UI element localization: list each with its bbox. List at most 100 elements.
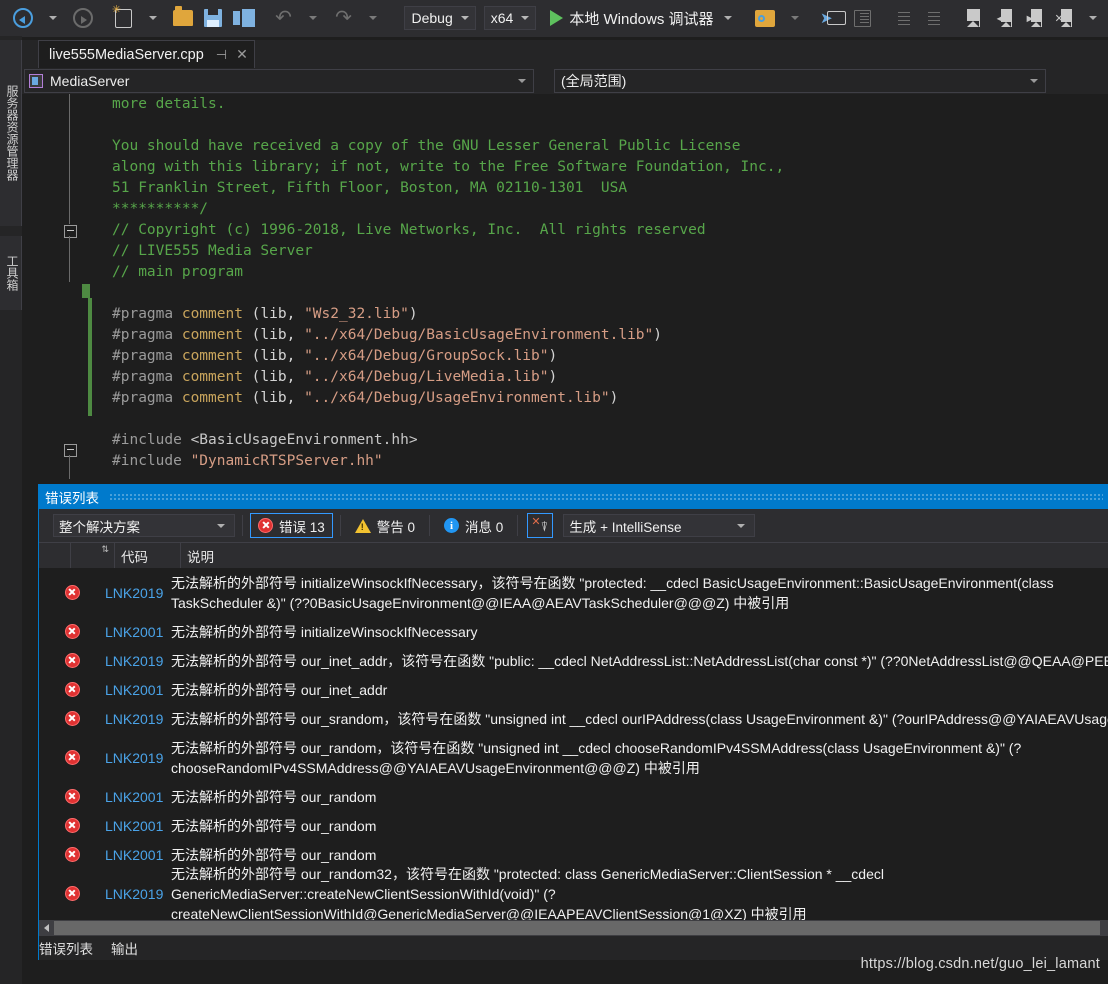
code-line: **********/ — [92, 199, 1108, 220]
clear-bookmarks-icon[interactable]: ✕ — [1048, 5, 1078, 31]
watermark-text: https://blog.csdn.net/guo_lei_lamant — [860, 956, 1100, 972]
outdent-icon[interactable] — [888, 5, 918, 31]
error-table-body[interactable]: LNK2019 无法解析的外部符号 initializeWinsockIfNece… — [39, 568, 1108, 930]
column-header-sort[interactable] — [71, 543, 115, 568]
region-outline — [69, 236, 70, 282]
navbar-member-dropdown[interactable]: MediaServer — [24, 69, 534, 93]
column-header-description[interactable]: 说明 — [181, 543, 1108, 568]
errors-filter-button[interactable]: 错误 13 — [250, 513, 333, 538]
tab-error-list[interactable]: 错误列表 — [39, 938, 93, 958]
open-file-icon[interactable] — [168, 5, 198, 31]
navigate-forward-icon[interactable] — [68, 5, 98, 31]
table-row[interactable]: LNK2019 无法解析的外部符号 our_random32，该符号在函数 "pr… — [39, 866, 1108, 922]
redo-icon[interactable]: ↷ — [328, 5, 358, 31]
row-description-cell: 无法解析的外部符号 our_random32，该符号在函数 "protected… — [171, 865, 884, 922]
code-token: #include — [112, 453, 191, 469]
row-severity-cell — [39, 682, 105, 697]
table-row[interactable]: LNK2019 无法解析的外部符号 initializeWinsockIfNece… — [39, 568, 1108, 617]
row-description-cell: 无法解析的外部符号 our_random — [171, 817, 377, 834]
row-code-cell[interactable]: LNK2001 — [105, 789, 171, 805]
collapse-include-icon[interactable] — [64, 444, 77, 457]
collapse-region-icon[interactable] — [64, 225, 77, 238]
build-source-dropdown[interactable]: 生成 + IntelliSense — [563, 514, 756, 537]
sidebar-tab-toolbox[interactable]: 工具箱 — [0, 236, 22, 310]
code-token: #pragma — [112, 369, 182, 385]
document-tab-live555mediaserver[interactable]: live555MediaServer.cpp ⊣ ✕ — [38, 40, 255, 68]
row-code-cell[interactable]: LNK2001 — [105, 818, 171, 834]
row-description-cell: 无法解析的外部符号 our_srandom，该符号在函数 "unsigned i… — [171, 710, 1108, 727]
table-row[interactable]: LNK2019 无法解析的外部符号 our_random，该符号在函数 "unsi… — [39, 733, 1108, 782]
start-debugging-button[interactable]: 本地 Windows 调试器 — [546, 5, 739, 31]
scrollbar-thumb[interactable] — [54, 921, 1100, 935]
save-icon[interactable] — [198, 5, 228, 31]
row-code-cell[interactable]: LNK2019 — [105, 653, 171, 669]
row-code-cell[interactable]: LNK2001 — [105, 682, 171, 698]
find-in-files-icon[interactable] — [750, 5, 780, 31]
editor-gutter[interactable] — [22, 94, 90, 480]
messages-filter-button[interactable]: i 消息 0 — [437, 513, 510, 538]
find-dropdown-icon[interactable] — [780, 5, 810, 31]
bookmark-icon[interactable] — [958, 5, 988, 31]
previous-bookmark-icon[interactable]: ◄ — [988, 5, 1018, 31]
window-layout-icon[interactable] — [848, 5, 878, 31]
row-code-cell[interactable]: LNK2001 — [105, 847, 171, 863]
close-icon[interactable]: ✕ — [236, 46, 248, 63]
undo-dropdown-icon[interactable] — [298, 5, 328, 31]
error-list-horizontal-scrollbar[interactable] — [39, 920, 1108, 936]
solution-platform-value: x64 — [490, 10, 514, 26]
code-line: #pragma comment (lib, "../x64/Debug/Grou… — [92, 346, 1108, 367]
save-all-icon[interactable] — [228, 5, 258, 31]
code-line: // LIVE555 Media Server — [92, 241, 1108, 262]
clear-filter-button[interactable]: ✕ ⍒ — [527, 513, 554, 538]
sidebar-tab-server-explorer[interactable]: 服务器资源管理器 — [0, 40, 22, 226]
code-text[interactable]: more details. You should have received a… — [92, 94, 1108, 480]
row-code-cell[interactable]: LNK2001 — [105, 624, 171, 640]
table-row[interactable]: LNK2001 无法解析的外部符号 our_random — [39, 811, 1108, 840]
column-header-code[interactable]: 代码 — [115, 543, 181, 568]
row-code-cell[interactable]: LNK2019 — [105, 886, 171, 902]
chevron-down-icon[interactable] — [723, 16, 732, 20]
tab-output[interactable]: 输出 — [111, 938, 138, 958]
code-token: (lib, — [242, 306, 305, 322]
new-item-dropdown-icon[interactable] — [138, 5, 168, 31]
visual-studio-window: ↶ ↷ Debug x64 本地 Windows 调试器 ➤ — [0, 0, 1108, 984]
new-item-icon[interactable] — [108, 3, 138, 31]
solution-platform-dropdown[interactable]: x64 — [483, 6, 537, 30]
error-icon — [64, 789, 80, 804]
column-header-severity[interactable] — [39, 543, 71, 568]
navigate-back-dropdown-icon[interactable] — [38, 5, 68, 31]
navigate-back-icon[interactable] — [8, 5, 38, 31]
step-into-icon[interactable]: ➤ — [818, 5, 848, 31]
solution-configuration-dropdown[interactable]: Debug — [404, 6, 476, 30]
table-row[interactable]: LNK2019 无法解析的外部符号 our_inet_addr，该符号在函数 "p… — [39, 646, 1108, 675]
redo-dropdown-icon[interactable] — [358, 5, 388, 31]
toolbar-overflow-icon[interactable] — [1078, 5, 1108, 31]
start-debugging-label: 本地 Windows 调试器 — [569, 10, 714, 28]
title-bar-grip[interactable] — [109, 492, 1103, 501]
pin-icon[interactable]: ⊣ — [216, 47, 227, 63]
include-outline — [69, 455, 70, 479]
error-list-title-bar: 错误列表 — [39, 484, 1108, 509]
code-line: #pragma comment (lib, "Ws2_32.lib") — [92, 304, 1108, 325]
table-row[interactable]: LNK2001 无法解析的外部符号 initializeWinsockIfNece… — [39, 617, 1108, 646]
warnings-filter-button[interactable]: 警告 0 — [348, 513, 422, 538]
error-scope-dropdown[interactable]: 整个解决方案 — [53, 514, 235, 537]
toolbar-separator — [429, 515, 431, 536]
table-row[interactable]: LNK2001 无法解析的外部符号 our_inet_addr — [39, 675, 1108, 704]
undo-icon[interactable]: ↶ — [268, 5, 298, 31]
table-row[interactable]: LNK2001 无法解析的外部符号 our_random — [39, 782, 1108, 811]
code-token: "DynamicRTSPServer.hh" — [190, 453, 383, 469]
row-severity-cell — [39, 750, 105, 765]
next-bookmark-icon[interactable]: ► — [1018, 5, 1048, 31]
row-code-cell[interactable]: LNK2019 — [105, 711, 171, 727]
table-row[interactable]: LNK2019 无法解析的外部符号 our_srandom，该符号在函数 "uns… — [39, 704, 1108, 733]
navbar-scope-dropdown[interactable]: (全局范围) — [554, 69, 1046, 93]
code-editor[interactable]: more details. You should have received a… — [22, 94, 1108, 480]
row-description-cell: 无法解析的外部符号 initializeWinsockIfNecessary — [171, 623, 478, 640]
row-code-cell[interactable]: LNK2019 — [105, 585, 171, 601]
funnel-icon: ⍒ — [540, 519, 549, 534]
row-code-cell[interactable]: LNK2019 — [105, 750, 171, 766]
code-token: ) — [548, 348, 558, 364]
indent-icon[interactable] — [918, 5, 948, 31]
scroll-left-icon[interactable] — [39, 920, 53, 936]
